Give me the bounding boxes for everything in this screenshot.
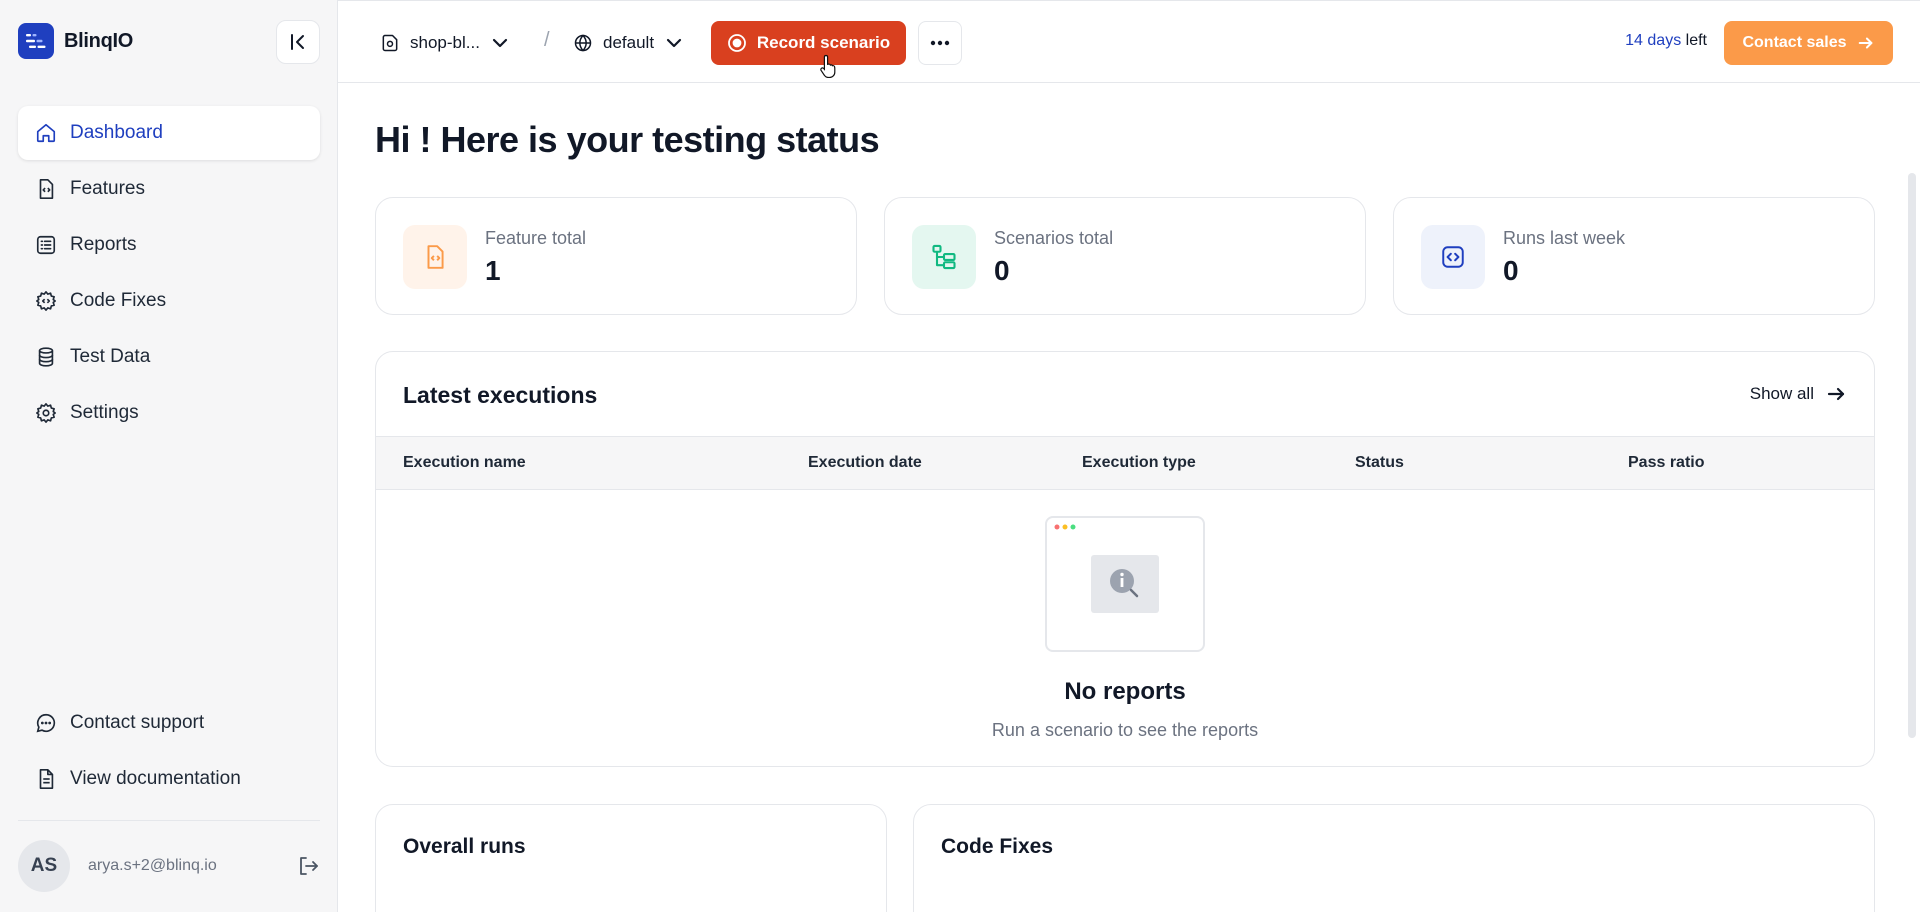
view-documentation-link[interactable]: View documentation <box>18 752 320 806</box>
stat-card-runs-last-week[interactable]: Runs last week 0 <box>1393 197 1875 315</box>
stat-card-scenarios-total[interactable]: Scenarios total 0 <box>884 197 1366 315</box>
chat-icon <box>34 711 58 735</box>
environment-selector[interactable]: default <box>573 23 684 63</box>
record-scenario-button[interactable]: Record scenario <box>711 21 906 65</box>
home-icon <box>34 121 58 145</box>
sidebar-item-label: Test Data <box>70 346 151 367</box>
collapse-sidebar-button[interactable] <box>276 20 320 64</box>
sidebar-item-test-data[interactable]: Test Data <box>18 330 320 384</box>
sidebar-nav: Dashboard Features Reports Code Fixes Te… <box>18 106 320 442</box>
code-window-icon <box>1421 225 1485 289</box>
scenarios-tree-icon <box>912 225 976 289</box>
user-profile: AS arya.s+2@blinq.io <box>18 840 320 892</box>
sidebar-bottom: Contact support View documentation <box>18 696 320 808</box>
sidebar-item-label: Contact support <box>70 712 205 733</box>
user-email: arya.s+2@blinq.io <box>88 857 217 874</box>
sidebar-item-label: Settings <box>70 402 139 423</box>
stat-label: Feature total <box>485 228 587 248</box>
project-icon <box>382 34 398 52</box>
contact-sales-button[interactable]: Contact sales <box>1724 21 1893 65</box>
overall-runs-card: Overall runs <box>375 804 887 912</box>
more-horizontal-icon <box>930 40 950 46</box>
sidebar-item-settings[interactable]: Settings <box>18 386 320 440</box>
page-title: Hi ! Here is your testing status <box>375 119 880 160</box>
column-header-execution-name[interactable]: Execution name <box>403 454 526 472</box>
list-icon <box>34 233 58 257</box>
trial-remaining: 14 days left <box>1625 32 1707 50</box>
project-name: shop-bl... <box>410 33 480 52</box>
feature-file-icon <box>403 225 467 289</box>
scrollbar[interactable] <box>1908 173 1916 738</box>
table-header: Execution name Execution date Execution … <box>376 436 1874 490</box>
gear-icon <box>34 401 58 425</box>
brand-logo-icon <box>18 23 54 59</box>
code-fixes-card: Code Fixes <box>913 804 1875 912</box>
document-icon <box>34 767 58 791</box>
top-bar: shop-bl... / default Record scenario 14 … <box>338 0 1920 83</box>
sidebar-item-label: Code Fixes <box>70 290 167 311</box>
code-fixes-title: Code Fixes <box>941 835 1054 858</box>
chevron-down-icon <box>666 38 682 48</box>
sidebar: BlinqIO Dashboard Features Reports Code … <box>0 0 338 912</box>
column-header-execution-type[interactable]: Execution type <box>1082 454 1196 472</box>
project-selector[interactable]: shop-bl... <box>380 23 510 63</box>
sidebar-item-label: Features <box>70 178 145 199</box>
avatar[interactable]: AS <box>18 840 70 892</box>
empty-state-subtitle: Run a scenario to see the reports <box>991 720 1259 740</box>
trial-suffix: left <box>1681 32 1707 49</box>
no-reports-illustration <box>1045 516 1205 652</box>
sidebar-item-dashboard[interactable]: Dashboard <box>18 106 320 160</box>
sidebar-item-label: Reports <box>70 234 137 255</box>
hand-cursor-icon <box>820 54 838 78</box>
sidebar-item-label: View documentation <box>70 768 241 789</box>
collapse-left-icon <box>291 34 304 50</box>
column-header-status[interactable]: Status <box>1355 454 1404 472</box>
breadcrumb-separator: / <box>544 29 550 51</box>
stat-value: 0 <box>1503 255 1519 286</box>
arrow-right-icon <box>1858 37 1872 49</box>
database-icon <box>34 345 58 369</box>
latest-executions-title: Latest executions <box>403 382 598 408</box>
contact-sales-label: Contact sales <box>1742 34 1847 51</box>
more-options-button[interactable] <box>918 21 962 65</box>
globe-icon <box>574 34 592 52</box>
latest-executions-card: Latest executions Show all Execution nam… <box>375 351 1875 767</box>
stat-label: Runs last week <box>1503 228 1626 248</box>
show-all-link[interactable]: Show all <box>1750 384 1846 404</box>
record-scenario-label: Record scenario <box>756 33 891 52</box>
brand[interactable]: BlinqIO <box>18 23 133 59</box>
overall-runs-title: Overall runs <box>403 835 526 858</box>
empty-state-title: No reports <box>1064 678 1186 705</box>
brand-name: BlinqIO <box>64 29 134 52</box>
sidebar-divider <box>18 820 320 821</box>
code-gear-icon <box>34 289 58 313</box>
sidebar-item-code-fixes[interactable]: Code Fixes <box>18 274 320 328</box>
chevron-down-icon <box>492 38 508 48</box>
sidebar-item-label: Dashboard <box>70 122 163 143</box>
arrow-right-icon <box>1827 387 1845 401</box>
logout-button[interactable] <box>296 854 320 878</box>
column-header-execution-date[interactable]: Execution date <box>808 454 922 472</box>
trial-days: 14 days <box>1625 32 1682 49</box>
record-icon <box>727 34 746 52</box>
sidebar-item-features[interactable]: Features <box>18 162 320 216</box>
stat-card-feature-total[interactable]: Feature total 1 <box>375 197 857 315</box>
show-all-label: Show all <box>1749 384 1814 403</box>
stat-label: Scenarios total <box>994 228 1114 248</box>
feature-file-icon <box>34 177 58 201</box>
contact-support-link[interactable]: Contact support <box>18 696 320 750</box>
stat-value: 1 <box>485 255 501 286</box>
stat-value: 0 <box>994 255 1010 286</box>
column-header-pass-ratio[interactable]: Pass ratio <box>1628 454 1704 472</box>
environment-name: default <box>603 33 655 52</box>
main-content: Hi ! Here is your testing status Feature… <box>338 83 1920 912</box>
logout-icon <box>300 857 318 875</box>
sidebar-item-reports[interactable]: Reports <box>18 218 320 272</box>
